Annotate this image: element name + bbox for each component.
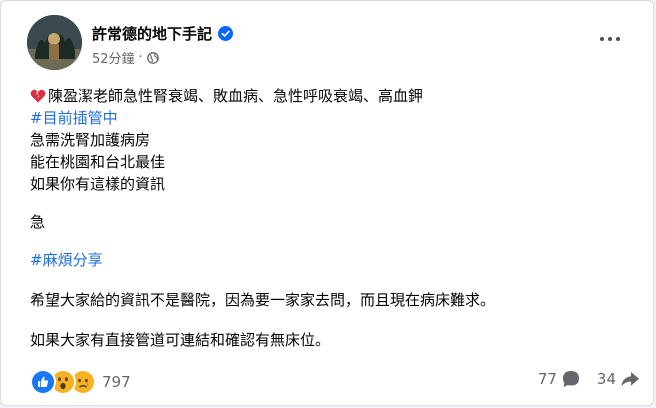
post-line: 陳盈潔老師急性腎衰竭、敗血病、急性呼吸衰竭、高血鉀 [30, 85, 630, 107]
more-options-button[interactable] [600, 37, 620, 41]
post-text-line: 如果你有這樣的資訊 [30, 175, 166, 193]
author-avatar[interactable] [27, 15, 82, 70]
post-text-line: 希望大家給的資訊不是醫院，因為要一家家去問，而且現在病床難求。 [30, 291, 496, 309]
comment-count: 77 [537, 370, 557, 388]
more-dot-icon [616, 37, 620, 41]
post-line: 希望大家給的資訊不是醫院，因為要一家家去問，而且現在病床難求。 [30, 289, 630, 311]
shares-stat[interactable]: 34 [597, 369, 640, 389]
post-text-line: 急需洗腎加護病房 [30, 131, 151, 149]
globe-icon [146, 51, 159, 64]
post-line: #目前插管中 [30, 107, 630, 129]
post-footer: 797 77 34 [30, 369, 640, 395]
hashtag-link[interactable]: #麻煩分享 [30, 249, 103, 271]
post-card: 許常德的地下手記 52分鐘 · 陳盈潔老師急性腎衰竭、敗血病、急性呼吸衰竭、高血… [0, 0, 654, 406]
post-line: #麻煩分享 [30, 249, 630, 271]
post-line: 能在桃園和台北最佳 [30, 151, 630, 173]
post-text-line: 陳盈潔老師急性腎衰竭、敗血病、急性呼吸衰竭、高血鉀 [48, 87, 424, 105]
hashtag-link[interactable]: #目前插管中 [30, 107, 118, 129]
broken-heart-emoji [30, 89, 46, 103]
more-dot-icon [608, 37, 612, 41]
reactions-summary[interactable]: 797 [30, 369, 131, 395]
post-time[interactable]: 52分鐘 [92, 48, 135, 67]
engagement-stats: 77 34 [538, 369, 640, 389]
post-text-line: 能在桃園和台北最佳 [30, 153, 166, 171]
verified-badge-icon [218, 26, 234, 41]
like-reaction-icon [30, 369, 56, 395]
post-line: 如果你有這樣的資訊 [30, 173, 630, 195]
comment-bubble-icon [562, 371, 579, 387]
post-meta: 52分鐘 · [92, 48, 159, 67]
post-header: 許常德的地下手記 52分鐘 · [18, 15, 638, 71]
share-count: 34 [596, 370, 616, 388]
more-dot-icon [600, 37, 604, 41]
reaction-count[interactable]: 797 [102, 373, 131, 391]
author-row: 許常德的地下手記 [92, 23, 234, 44]
post-line: 急 [30, 211, 630, 233]
post-body: 陳盈潔老師急性腎衰竭、敗血病、急性呼吸衰竭、高血鉀 #目前插管中 急需洗腎加護病… [30, 85, 630, 351]
share-arrow-icon [621, 372, 639, 387]
comments-stat[interactable]: 77 [538, 369, 581, 389]
author-name[interactable]: 許常德的地下手記 [92, 23, 212, 44]
post-text-line: 急 [30, 213, 46, 231]
post-text-line: 如果大家有直接管道可連結和確認有無床位。 [30, 331, 331, 349]
post-line: 如果大家有直接管道可連結和確認有無床位。 [30, 329, 630, 351]
meta-separator: · [138, 50, 143, 65]
post-line: 急需洗腎加護病房 [30, 129, 630, 151]
